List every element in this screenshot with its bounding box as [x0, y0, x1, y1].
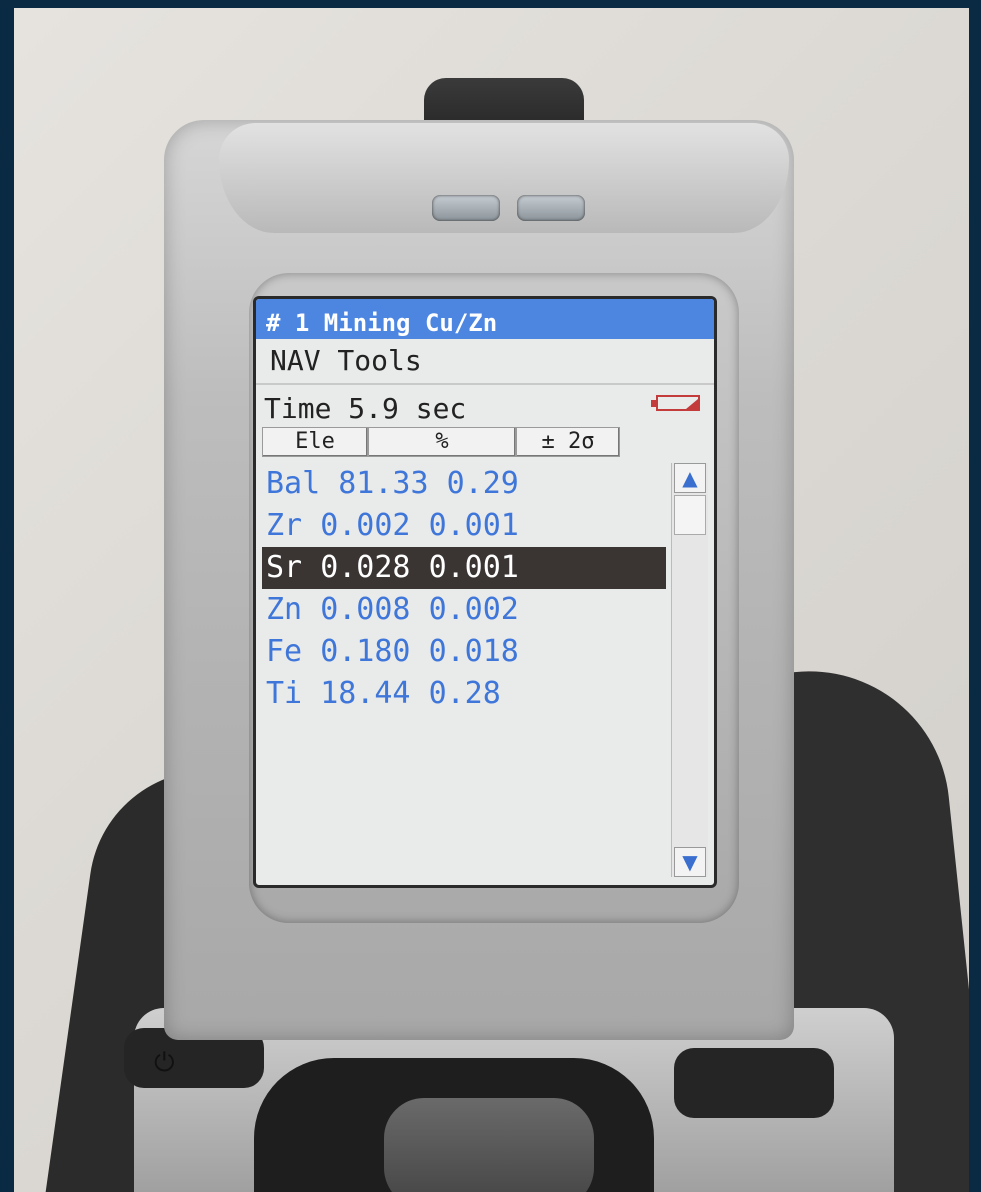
element-symbol: Sr — [266, 550, 303, 585]
result-row[interactable]: Fe 0.180 0.018 — [262, 631, 662, 673]
screen-title-bar: # 1 Mining Cu/Zn — [256, 299, 714, 339]
element-symbol: Zr — [266, 508, 303, 543]
result-row[interactable]: Zn 0.008 0.002 — [262, 589, 662, 631]
element-error: 0.29 — [446, 466, 519, 501]
scroll-down-icon[interactable]: ▼ — [674, 847, 706, 877]
results-header: Ele % ± 2σ — [262, 427, 702, 457]
result-row[interactable]: Ti 18.44 0.28 — [262, 673, 662, 715]
status-led-left — [432, 195, 500, 221]
element-symbol: Bal — [266, 466, 321, 501]
navigation-center-button[interactable] — [384, 1098, 594, 1192]
menu-bar[interactable]: NAV Tools — [256, 339, 714, 385]
battery-low-icon — [651, 395, 700, 411]
column-header-error[interactable]: ± 2σ — [516, 427, 620, 457]
scroll-up-icon[interactable]: ▲ — [674, 463, 706, 493]
element-error: 0.002 — [428, 592, 519, 627]
element-symbol: Zn — [266, 592, 303, 627]
result-row[interactable]: Bal 81.33 0.29 — [262, 463, 662, 505]
element-error: 0.28 — [428, 676, 501, 711]
time-readout: Time 5.9 sec — [264, 392, 467, 425]
results-list: Bal 81.33 0.29 Zr 0.002 0.001 Sr 0.028 0.0… — [262, 463, 666, 715]
element-percent: 81.33 — [338, 466, 429, 501]
results-scrollbar[interactable]: ▲ ▼ — [671, 463, 708, 877]
element-percent: 18.44 — [320, 676, 411, 711]
element-error: 0.001 — [428, 550, 519, 585]
element-error: 0.018 — [428, 634, 519, 669]
scrollbar-thumb[interactable] — [674, 495, 706, 535]
status-led-right — [517, 195, 585, 221]
element-percent: 0.002 — [320, 508, 411, 543]
element-symbol: Ti — [266, 676, 303, 711]
device-top-band — [219, 123, 789, 233]
column-header-percent[interactable]: % — [368, 427, 516, 457]
side-button-right[interactable] — [674, 1048, 834, 1118]
result-row[interactable]: Zr 0.002 0.001 — [262, 505, 662, 547]
column-header-element[interactable]: Ele — [262, 427, 368, 457]
element-symbol: Fe — [266, 634, 303, 669]
element-percent: 0.180 — [320, 634, 411, 669]
element-percent: 0.028 — [320, 550, 411, 585]
result-row[interactable]: Sr 0.028 0.001 — [262, 547, 666, 589]
power-icon: ⏻ — [154, 1048, 175, 1078]
element-error: 0.001 — [428, 508, 519, 543]
lcd-screen: # 1 Mining Cu/Zn NAV Tools Time 5.9 sec … — [253, 296, 717, 888]
element-percent: 0.008 — [320, 592, 411, 627]
